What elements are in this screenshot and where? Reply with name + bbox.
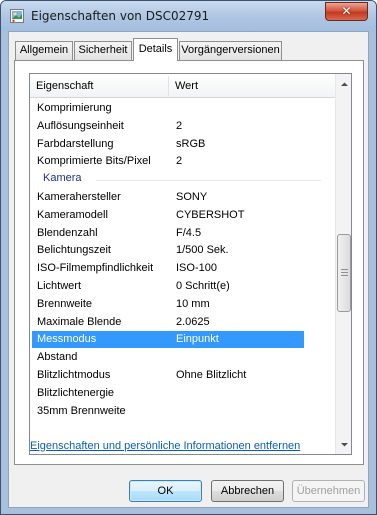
- list-row[interactable]: Kamerahersteller SONY: [30, 189, 335, 206]
- tab-sicherheit[interactable]: Sicherheit: [74, 41, 132, 60]
- list-row[interactable]: Komprimierung: [30, 100, 335, 117]
- property-value: 0 Schritt(e): [176, 280, 230, 292]
- property-name: Kameramodell: [37, 209, 108, 221]
- property-value: F/4.5: [176, 227, 202, 239]
- list-row[interactable]: Blendenzahl F/4.5: [30, 225, 335, 242]
- list-row-selected[interactable]: Messmodus Einpunkt: [32, 331, 304, 348]
- list-rows: Komprimierung Auflösungseinheit 2 Farbdarst…: [30, 100, 335, 454]
- list-row[interactable]: Kameramodell CYBERSHOT: [30, 207, 335, 224]
- list-row[interactable]: Auflösungseinheit 2: [30, 118, 335, 135]
- close-button[interactable]: ✕: [325, 2, 368, 21]
- tab-allgemein[interactable]: Allgemein: [15, 41, 73, 60]
- list-row[interactable]: ISO-Filmempfindlichkeit ISO-100: [30, 260, 335, 277]
- tab-vorgaengerversionen[interactable]: Vorgängerversionen: [179, 41, 282, 60]
- vertical-scrollbar[interactable]: [335, 74, 352, 454]
- property-name: Lichtwert: [37, 280, 82, 292]
- thumb-grip-line: [341, 275, 348, 276]
- thumb-grip-line: [341, 269, 348, 270]
- list-header: Eigenschaft Wert: [30, 74, 335, 98]
- close-icon: ✕: [341, 4, 352, 18]
- property-value: CYBERSHOT: [176, 209, 245, 221]
- list-row[interactable]: Abstand: [30, 349, 335, 366]
- list-row[interactable]: Maximale Blende 2.0625: [30, 314, 335, 331]
- scroll-thumb[interactable]: [337, 234, 351, 312]
- property-value: 10 mm: [176, 298, 210, 310]
- property-value: Ohne Blitzlicht: [176, 369, 247, 381]
- property-value: 2: [176, 155, 183, 167]
- property-name: Auflösungseinheit: [37, 120, 124, 132]
- group-divider: [96, 180, 321, 181]
- property-name: Blitzlichtmodus: [37, 369, 111, 381]
- column-header-property[interactable]: Eigenschaft: [30, 74, 168, 98]
- column-header-value[interactable]: Wert: [169, 74, 335, 98]
- scroll-up-icon[interactable]: [336, 76, 352, 93]
- ok-button[interactable]: OK: [129, 480, 202, 502]
- details-panel: Eigenschaft Wert Komprimierung Auflösungs…: [14, 60, 364, 465]
- title-bar[interactable]: Eigenschaften von DSC02791 ✕: [1, 1, 376, 31]
- property-name: Kamerahersteller: [37, 191, 121, 203]
- thumb-grip-line: [341, 272, 348, 273]
- scroll-down-icon[interactable]: [336, 436, 352, 453]
- apply-button[interactable]: Übernehmen: [292, 480, 365, 502]
- property-value: ISO-100: [176, 262, 217, 274]
- property-value: 2.0625: [176, 316, 210, 328]
- window-title: Eigenschaften von DSC02791: [31, 9, 210, 23]
- properties-window: Eigenschaften von DSC02791 ✕ Allgemein S…: [0, 0, 377, 515]
- image-file-icon: [10, 9, 24, 23]
- property-name: Brennweite: [37, 298, 93, 310]
- properties-list[interactable]: Eigenschaft Wert Komprimierung Auflösungs…: [29, 73, 352, 455]
- property-name: ISO-Filmempfindlichkeit: [37, 262, 154, 274]
- property-name: Abstand: [37, 351, 78, 363]
- list-row[interactable]: 35mm Brennweite: [30, 403, 335, 420]
- property-name: Maximale Blende: [37, 316, 122, 328]
- list-row[interactable]: Farbdarstellung sRGB: [30, 136, 335, 153]
- cancel-button[interactable]: Abbrechen: [211, 480, 284, 502]
- tab-details[interactable]: Details: [133, 38, 178, 61]
- property-name: Farbdarstellung: [37, 138, 114, 150]
- property-name: Blendenzahl: [37, 227, 98, 239]
- tab-strip: Allgemein Sicherheit Details Vorgängerve…: [9, 32, 368, 62]
- dialog-body: Allgemein Sicherheit Details Vorgängerve…: [8, 31, 369, 508]
- list-row[interactable]: Belichtungszeit 1/500 Sek.: [30, 242, 335, 259]
- property-value: 2: [176, 120, 183, 132]
- property-value: SONY: [176, 191, 208, 203]
- property-name: Belichtungszeit: [37, 244, 111, 256]
- property-value: sRGB: [176, 138, 206, 150]
- list-row[interactable]: Lichtwert 0 Schritt(e): [30, 278, 335, 295]
- property-name: Komprimierung: [37, 102, 112, 114]
- remove-properties-link[interactable]: Eigenschaften und persönliche Informatio…: [30, 440, 300, 452]
- group-header: Kamera: [30, 171, 335, 189]
- list-row[interactable]: Brennweite 10 mm: [30, 296, 335, 313]
- property-name: Messmodus: [37, 333, 97, 345]
- property-value: Einpunkt: [176, 333, 219, 345]
- list-row[interactable]: Komprimierte Bits/Pixel 2: [30, 153, 335, 170]
- property-name: Komprimierte Bits/Pixel: [37, 155, 151, 167]
- group-header-label: Kamera: [43, 172, 82, 184]
- list-row[interactable]: Blitzlichtenergie: [30, 385, 335, 402]
- list-row[interactable]: Blitzlichtmodus Ohne Blitzlicht: [30, 367, 335, 384]
- property-name: Blitzlichtenergie: [37, 387, 115, 399]
- property-value: 1/500 Sek.: [176, 244, 229, 256]
- property-name: 35mm Brennweite: [37, 405, 126, 417]
